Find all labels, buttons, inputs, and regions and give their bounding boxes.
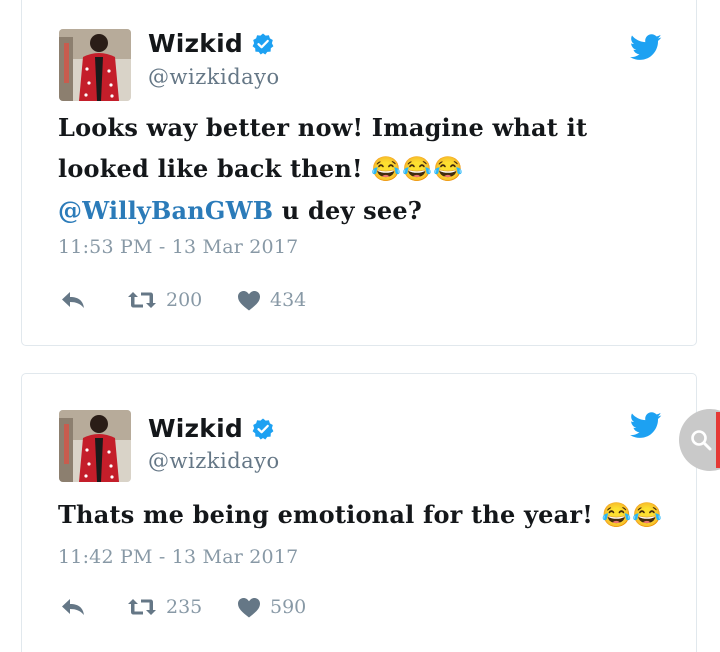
author-row[interactable]: Wizkid	[148, 29, 275, 58]
like-button[interactable]: 434	[237, 289, 306, 311]
user-handle[interactable]: @wizkidayo	[148, 449, 280, 473]
retweet-count: 200	[166, 289, 203, 311]
avatar[interactable]	[59, 410, 131, 482]
retweet-button[interactable]: 200	[127, 289, 237, 311]
page: Wizkid @wizkidayo Looks way better now! …	[0, 0, 720, 652]
reply-button[interactable]	[60, 597, 127, 617]
author-row[interactable]: Wizkid	[148, 414, 275, 443]
tweet-card[interactable]: Wizkid @wizkidayo Thats me being emotion…	[21, 373, 697, 652]
heart-icon	[238, 290, 260, 310]
tweet-text-tail: u dey see?	[273, 196, 423, 225]
tweet-card[interactable]: Wizkid @wizkidayo Looks way better now! …	[21, 0, 697, 346]
retweet-button[interactable]: 235	[127, 596, 237, 618]
twitter-bird-icon[interactable]	[630, 412, 662, 439]
reply-button[interactable]	[60, 290, 127, 310]
retweet-count: 235	[166, 596, 203, 618]
display-name[interactable]: Wizkid	[148, 414, 243, 443]
twitter-bird-icon[interactable]	[630, 34, 662, 61]
laughing-emoji: 😂😂	[601, 501, 664, 529]
retweet-icon	[128, 599, 156, 615]
reply-icon	[62, 292, 84, 308]
user-handle[interactable]: @wizkidayo	[148, 65, 280, 89]
timestamp[interactable]: 11:42 PM - 13 Mar 2017	[58, 546, 298, 568]
tweet-text: Thats me being emotional for the year! 😂…	[58, 494, 668, 536]
like-count: 590	[270, 596, 307, 618]
action-bar: 235 590	[60, 596, 306, 618]
tweet-text-body: Thats me being emotional for the year!	[58, 500, 602, 529]
accent-strip	[716, 412, 720, 468]
verified-badge-icon	[252, 33, 274, 54]
action-bar: 200 434	[60, 289, 306, 311]
tweet-text-body: Looks way better now! Imagine what it lo…	[58, 113, 588, 183]
display-name[interactable]: Wizkid	[148, 29, 243, 58]
verified-badge-icon	[252, 418, 274, 439]
search-icon	[691, 430, 712, 451]
heart-icon	[238, 597, 260, 617]
avatar[interactable]	[59, 29, 131, 101]
tweet-text: Looks way better now! Imagine what it lo…	[58, 107, 668, 231]
like-count: 434	[270, 289, 307, 311]
retweet-icon	[128, 292, 156, 308]
mention-link[interactable]: @WillyBanGWB	[58, 196, 273, 225]
reply-icon	[62, 599, 84, 615]
like-button[interactable]: 590	[237, 596, 306, 618]
timestamp[interactable]: 11:53 PM - 13 Mar 2017	[58, 236, 298, 258]
laughing-emoji: 😂😂😂	[371, 155, 464, 183]
